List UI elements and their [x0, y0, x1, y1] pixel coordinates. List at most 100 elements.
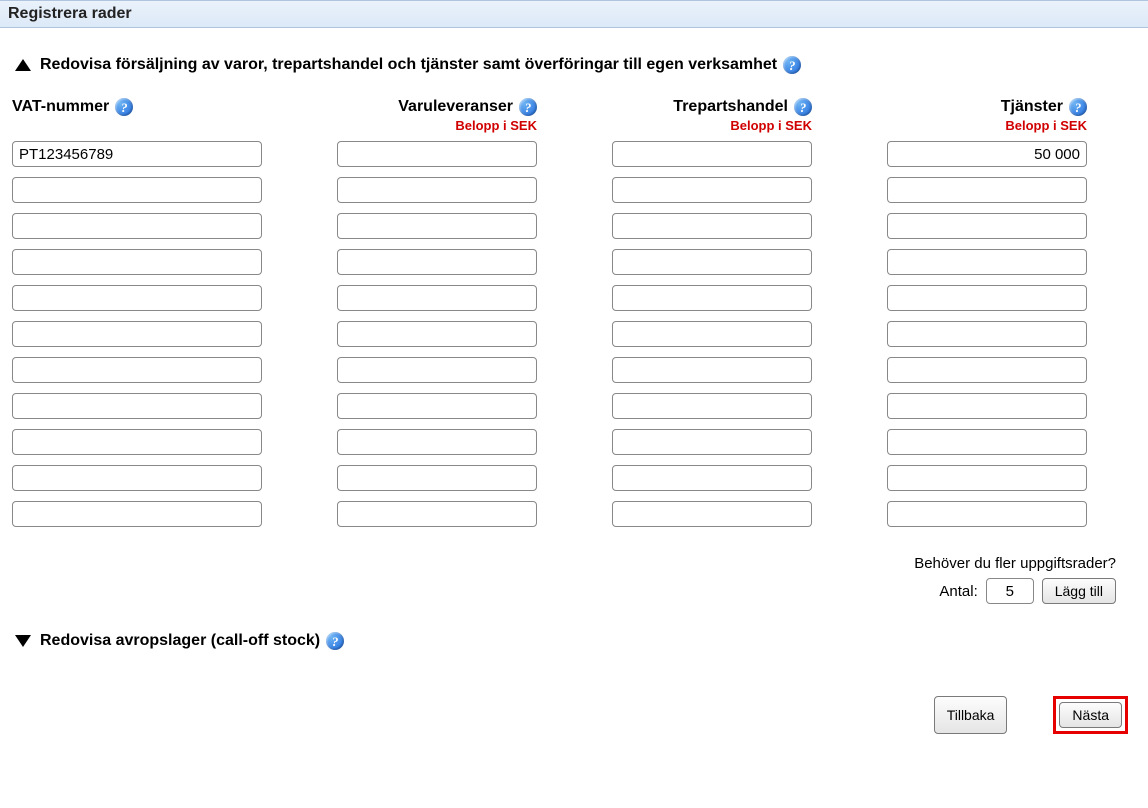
services-row10-cell [887, 501, 1087, 527]
services-row6-input[interactable] [887, 357, 1087, 383]
form-grid: VAT-nummer . Varuleveranser Belopp i SEK… [12, 98, 1136, 537]
triangular-row5-cell [612, 321, 812, 347]
triangular-row5-input[interactable] [612, 321, 812, 347]
vat-row5-input[interactable] [12, 321, 262, 347]
section2-title: Redovisa avropslager (call-off stock) [40, 632, 320, 650]
goods-row3-input[interactable] [337, 249, 537, 275]
services-row9-cell [887, 465, 1087, 491]
services-row9-input[interactable] [887, 465, 1087, 491]
add-rows-button[interactable]: Lägg till [1042, 578, 1116, 604]
next-button[interactable]: Nästa [1059, 702, 1122, 728]
triangular-row7-input[interactable] [612, 393, 812, 419]
vat-row10-cell [12, 501, 262, 527]
goods-row0-input[interactable] [337, 141, 537, 167]
services-row8-cell [887, 429, 1087, 455]
help-icon[interactable] [794, 98, 812, 116]
goods-row5-input[interactable] [337, 321, 537, 347]
services-row2-input[interactable] [887, 213, 1087, 239]
col-sub-services: Belopp i SEK [887, 118, 1087, 133]
triangular-row9-input[interactable] [612, 465, 812, 491]
vat-row4-cell [12, 285, 262, 311]
vat-row2-cell [12, 213, 262, 239]
col-label-services: Tjänster [1001, 98, 1063, 116]
triangular-row4-cell [612, 285, 812, 311]
triangular-row4-input[interactable] [612, 285, 812, 311]
goods-row9-input[interactable] [337, 465, 537, 491]
vat-row9-input[interactable] [12, 465, 262, 491]
vat-row3-input[interactable] [12, 249, 262, 275]
page-title: Registrera rader [0, 0, 1148, 28]
triangular-row10-input[interactable] [612, 501, 812, 527]
triangular-row2-cell [612, 213, 812, 239]
col-head-services: Tjänster Belopp i SEK [887, 98, 1087, 133]
triangular-row1-input[interactable] [612, 177, 812, 203]
services-row3-input[interactable] [887, 249, 1087, 275]
triangular-row0-cell [612, 141, 812, 167]
services-row0-input[interactable] [887, 141, 1087, 167]
chevron-down-icon[interactable] [12, 630, 34, 652]
add-rows-block: Behöver du fler uppgiftsrader? Antal: Lä… [12, 555, 1136, 604]
content-area: Redovisa försäljning av varor, trepartsh… [0, 28, 1148, 756]
help-icon[interactable] [326, 632, 344, 650]
vat-row8-input[interactable] [12, 429, 262, 455]
triangular-row0-input[interactable] [612, 141, 812, 167]
services-row1-cell [887, 177, 1087, 203]
vat-row10-input[interactable] [12, 501, 262, 527]
goods-row2-input[interactable] [337, 213, 537, 239]
services-row1-input[interactable] [887, 177, 1087, 203]
goods-row10-cell [337, 501, 537, 527]
goods-row8-input[interactable] [337, 429, 537, 455]
help-icon[interactable] [115, 98, 133, 116]
vat-row1-input[interactable] [12, 177, 262, 203]
services-row8-input[interactable] [887, 429, 1087, 455]
help-icon[interactable] [783, 56, 801, 74]
triangular-row7-cell [612, 393, 812, 419]
vat-row4-input[interactable] [12, 285, 262, 311]
services-row4-input[interactable] [887, 285, 1087, 311]
services-row5-cell [887, 321, 1087, 347]
help-icon[interactable] [519, 98, 537, 116]
section1-header: Redovisa försäljning av varor, trepartsh… [12, 54, 1136, 76]
services-row6-cell [887, 357, 1087, 383]
col-label-triangular: Trepartshandel [673, 98, 788, 116]
chevron-up-icon[interactable] [12, 54, 34, 76]
section1-form: VAT-nummer . Varuleveranser Belopp i SEK… [12, 98, 1136, 604]
vat-row0-cell [12, 141, 262, 167]
col-head-vat: VAT-nummer . [12, 98, 262, 133]
goods-row7-input[interactable] [337, 393, 537, 419]
vat-row7-cell [12, 393, 262, 419]
services-row10-input[interactable] [887, 501, 1087, 527]
goods-row4-cell [337, 285, 537, 311]
section1-title: Redovisa försäljning av varor, trepartsh… [40, 56, 777, 74]
vat-row0-input[interactable] [12, 141, 262, 167]
goods-row1-input[interactable] [337, 177, 537, 203]
help-icon[interactable] [1069, 98, 1087, 116]
triangular-row8-input[interactable] [612, 429, 812, 455]
back-button[interactable]: Tillbaka [934, 696, 1008, 734]
triangular-row6-cell [612, 357, 812, 383]
col-label-goods: Varuleveranser [398, 98, 513, 116]
goods-row10-input[interactable] [337, 501, 537, 527]
triangular-row10-cell [612, 501, 812, 527]
add-rows-count-input[interactable] [986, 578, 1034, 604]
goods-row6-input[interactable] [337, 357, 537, 383]
goods-row4-input[interactable] [337, 285, 537, 311]
goods-row0-cell [337, 141, 537, 167]
vat-row6-input[interactable] [12, 357, 262, 383]
services-row2-cell [887, 213, 1087, 239]
services-row7-input[interactable] [887, 393, 1087, 419]
vat-row2-input[interactable] [12, 213, 262, 239]
triangular-row3-input[interactable] [612, 249, 812, 275]
triangular-row2-input[interactable] [612, 213, 812, 239]
triangular-row8-cell [612, 429, 812, 455]
triangular-row6-input[interactable] [612, 357, 812, 383]
triangular-row3-cell [612, 249, 812, 275]
vat-row7-input[interactable] [12, 393, 262, 419]
services-row3-cell [887, 249, 1087, 275]
vat-row3-cell [12, 249, 262, 275]
services-row5-input[interactable] [887, 321, 1087, 347]
section2-header: Redovisa avropslager (call-off stock) [12, 630, 1136, 652]
services-row0-cell [887, 141, 1087, 167]
vat-row6-cell [12, 357, 262, 383]
vat-row5-cell [12, 321, 262, 347]
